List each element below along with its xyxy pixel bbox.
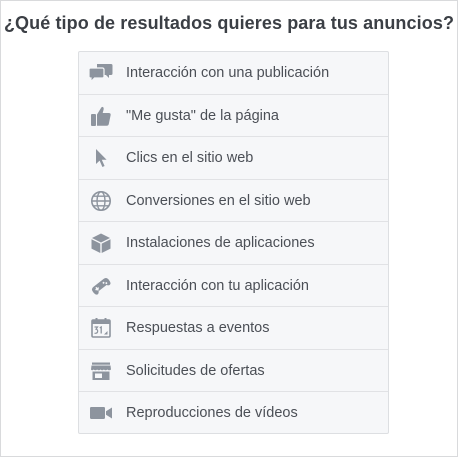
objective-option-website-conversions[interactable]: Conversiones en el sitio web: [79, 180, 388, 222]
objective-label: Reproducciones de vídeos: [126, 405, 298, 421]
cube-icon: [89, 232, 113, 254]
objective-label: Solicitudes de ofertas: [126, 362, 265, 379]
objective-label: Conversiones en el sitio web: [126, 192, 311, 209]
calendar-icon: [89, 317, 113, 339]
objective-label: Interacción con una publicación: [126, 65, 330, 81]
video-camera-icon: [89, 402, 113, 424]
thumbs-up-icon: [89, 105, 113, 127]
globe-icon: [89, 190, 113, 212]
storefront-icon: [89, 360, 113, 382]
objective-option-video-views[interactable]: Reproducciones de vídeos: [79, 392, 388, 433]
objective-option-website-clicks[interactable]: Clics en el sitio web: [79, 137, 388, 180]
objective-list: Interacción con una publicación "Me gust…: [78, 51, 389, 434]
objective-label: Respuestas a eventos: [126, 320, 270, 336]
gamepad-icon: [89, 275, 113, 297]
objective-option-offer-claims[interactable]: Solicitudes de ofertas: [79, 350, 388, 392]
objective-label: Interacción con tu aplicación: [126, 277, 309, 294]
objective-option-post-engagement[interactable]: Interacción con una publicación: [79, 52, 388, 95]
objective-label: Clics en el sitio web: [126, 150, 254, 166]
objective-label: "Me gusta" de la página: [126, 107, 279, 124]
objective-label: Instalaciones de aplicaciones: [126, 235, 315, 251]
objective-option-app-engagement[interactable]: Interacción con tu aplicación: [79, 265, 388, 307]
objective-option-page-likes[interactable]: "Me gusta" de la página: [79, 95, 388, 137]
objective-option-event-responses[interactable]: Respuestas a eventos: [79, 307, 388, 350]
objective-option-app-installs[interactable]: Instalaciones de aplicaciones: [79, 222, 388, 265]
page-title: ¿Qué tipo de resultados quieres para tus…: [3, 13, 455, 33]
cursor-arrow-icon: [89, 147, 113, 169]
speech-bubbles-icon: [89, 62, 113, 84]
